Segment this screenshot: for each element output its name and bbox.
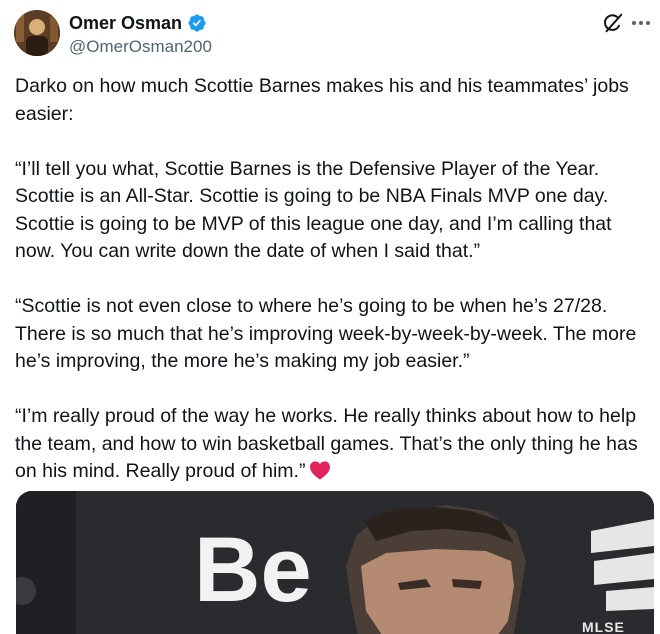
tweet-video[interactable]: Be MLSE LAU [16,491,654,634]
video-frame: Be [16,491,654,634]
backdrop-logo-text: Be [194,519,312,621]
more-options-button[interactable] [630,16,652,28]
tweet-paragraph: Darko on how much Scottie Barnes makes h… [15,75,629,125]
tweet-card: Omer Osman @OmerOsman200 Darko on how mu… [0,0,660,634]
display-name[interactable]: Omer Osman [69,13,182,34]
avatar-image [14,10,60,56]
verified-badge-icon [187,13,207,33]
more-options-icon [632,21,650,25]
author-handle[interactable]: @OmerOsman200 [69,37,212,57]
tweet-paragraph: “I’ll tell you what, Scottie Barnes is t… [15,157,612,263]
grok-button[interactable] [602,12,624,34]
tweet-paragraph: “Scottie is not even close to where he’s… [15,295,637,372]
heart-emoji-icon [309,460,331,480]
grok-icon [604,13,623,33]
name-row: Omer Osman [69,12,212,34]
author-block: Omer Osman @OmerOsman200 [69,12,212,57]
avatar[interactable] [14,10,60,56]
tweet-text: Darko on how much Scottie Barnes makes h… [15,73,655,486]
video-caption-text: MLSE LAU [582,619,625,634]
tweet-paragraph-last: “I’m really proud of the way he works. H… [15,403,655,486]
